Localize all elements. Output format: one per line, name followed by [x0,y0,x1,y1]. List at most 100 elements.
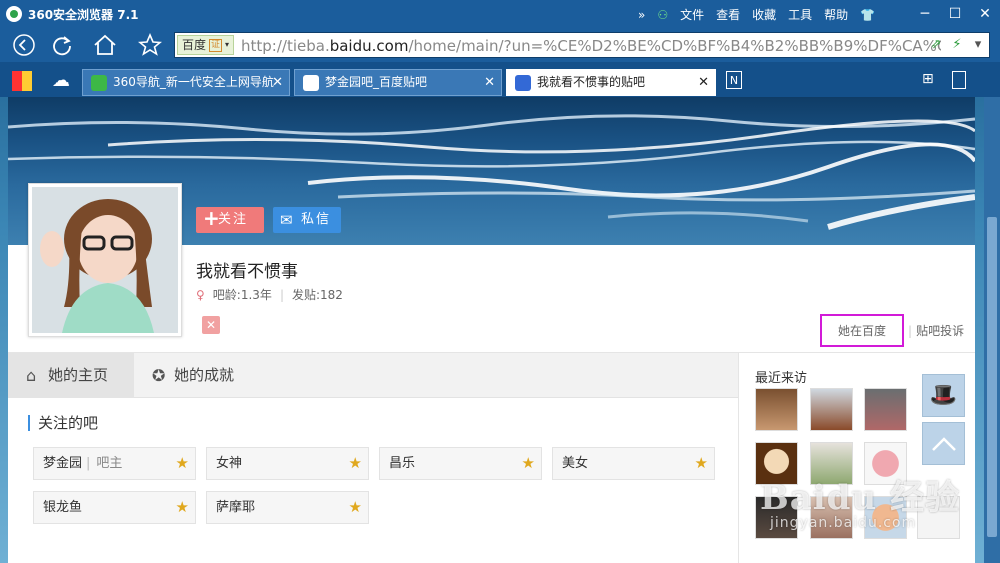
address-bar[interactable]: 百度 证 ▾ http://tieba.baidu.com/home/main/… [174,32,990,58]
menu-item-favorites[interactable]: 收藏 [752,6,776,23]
add-tab-icon[interactable]: ⊞ [922,71,942,91]
avatar[interactable] [28,183,182,337]
tab-her-home[interactable]: ⌂ 她的主页 [8,353,134,398]
tab-favicon-360-icon [91,75,107,91]
sidebar-toggle-icon[interactable] [952,71,966,89]
award-icon: ✪ [152,366,166,385]
follow-button[interactable]: 关注 [196,205,264,233]
bar-item[interactable]: 银龙鱼 ★ [33,491,196,524]
tab-her-achievements[interactable]: ✪ 她的成就 [134,353,274,398]
bar-name: 萨摩耶 [216,500,256,515]
cloud-icon[interactable]: ☁ [52,71,72,91]
bar-item[interactable]: 美女 ★ [552,447,715,480]
bar-name: 女神 [216,456,243,471]
bar-item[interactable]: 女神 ★ [206,447,369,480]
maximize-icon[interactable]: ☐ [940,0,970,28]
bar-item[interactable]: 梦金园吧主 ★ [33,447,196,480]
bar-item[interactable]: 萨摩耶 ★ [206,491,369,524]
visitor-avatar[interactable] [864,388,907,431]
bar-name: 昌乐 [389,456,416,471]
apps-icon[interactable] [12,71,32,91]
speed-mode-icon[interactable]: ⚡ [948,36,966,54]
browser-logo-icon [6,6,22,22]
tab-label: 她的主页 [48,366,109,384]
back-to-top-icon[interactable] [922,422,965,465]
her-baidu-link[interactable]: 她在百度 [820,314,905,347]
bar-age: 吧龄:1.3年 [212,288,272,302]
tab-favicon-baidu-icon [515,75,531,91]
minimize-icon[interactable]: ─ [910,0,940,28]
message-button[interactable]: 私信 [273,207,341,233]
browser-menu: » ⚇ 文件 查看 收藏 工具 帮助 👕 [638,6,875,23]
scrollbar-thumb[interactable] [987,217,997,537]
bar-level-star-icon: ★ [521,454,535,472]
url-text[interactable]: http://tieba.baidu.com/home/main/?un=%CE… [241,37,941,55]
watermark-main: Baidu 经验 [760,478,961,518]
menu-item-view[interactable]: 查看 [716,6,740,23]
tab-360-nav[interactable]: 360导航_新一代安全上网导航 ✕ [82,69,290,96]
bar-level-star-icon: ★ [348,498,362,516]
female-icon: ♀ [196,287,205,302]
tab-active-profile[interactable]: 我就看不惯事的贴吧 ✕ [506,69,716,96]
share-icon[interactable]: ⇗ [927,36,945,54]
magic-hat-icon[interactable]: 🎩 [922,374,965,417]
window-controls: ─ ☐ ✕ [910,0,1000,28]
bar-role: 吧主 [86,456,122,471]
tab-label: 梦金园吧_百度贴吧 [325,75,428,89]
close-tab-icon[interactable]: ✕ [272,70,283,95]
address-bar-actions: ⇗ ⚡ ▾ [927,36,987,54]
user-icon[interactable]: ⚇ [657,8,668,22]
skin-arrows-icon[interactable]: » [638,8,645,22]
watermark: Baidu 经验 jingyan.baidu.com [760,470,960,531]
page-scrollbar[interactable] [984,97,1000,563]
app-title: 360安全浏览器 7.1 [28,8,139,22]
close-window-icon[interactable]: ✕ [970,0,1000,28]
menu-item-help[interactable]: 帮助 [824,6,848,23]
close-tab-icon[interactable]: ✕ [484,70,495,95]
favorite-star-icon[interactable] [136,31,164,59]
recent-visitors-title: 最近来访 [755,371,808,386]
tab-label: 她的成就 [174,366,235,384]
bar-name: 梦金园 [43,456,83,471]
bar-item[interactable]: 昌乐 ★ [379,447,542,480]
bar-level-star-icon: ★ [175,454,189,472]
menu-item-file[interactable]: 文件 [680,6,704,23]
address-dropdown-icon[interactable]: ▾ [969,36,987,54]
tab-bar: ☁ 360导航_新一代安全上网导航 ✕ 梦金园吧_百度贴吧 ✕ 我就看不惯事的贴… [0,62,1000,97]
bar-level-star-icon: ★ [175,498,189,516]
bar-name: 美女 [562,456,589,471]
browser-titlebar: 360安全浏览器 7.1 » ⚇ 文件 查看 收藏 工具 帮助 👕 ─ ☐ ✕ [0,0,1000,28]
refresh-icon[interactable] [48,31,76,59]
dropdown-arrow-icon: ▾ [225,40,230,49]
skin-shirt-icon[interactable]: 👕 [860,8,875,22]
tab-mengjinyuan[interactable]: 梦金园吧_百度贴吧 ✕ [294,69,502,96]
divider: | [908,323,913,338]
tab-label: 360导航_新一代安全上网导航 [113,75,274,89]
report-link[interactable]: 贴吧投诉 [916,322,964,339]
tab-label: 我就看不惯事的贴吧 [537,75,646,89]
divider: | [279,287,284,302]
visitor-avatar[interactable] [810,388,853,431]
home-icon[interactable] [91,31,119,59]
profile-links: 她在百度 | 贴吧投诉 [820,314,964,347]
close-tab-icon[interactable]: ✕ [698,70,709,95]
tab-favicon-baidu-icon [303,75,319,91]
search-engine-selector[interactable]: 百度 证 ▾ [177,35,235,55]
search-engine-label: 百度 [182,38,207,52]
visitor-avatar[interactable] [755,388,798,431]
cert-badge: 证 [209,38,223,52]
bar-level-star-icon: ★ [348,454,362,472]
followed-bars-title: 关注的吧 [28,415,98,431]
navigation-bar: 百度 证 ▾ http://tieba.baidu.com/home/main/… [0,28,1000,62]
home-icon: ⌂ [26,366,37,385]
achievement-badge-icon[interactable]: ✕ [202,316,220,334]
back-icon[interactable] [10,31,38,59]
user-meta: ♀ 吧龄:1.3年 | 发贴:182 [196,286,343,303]
avatar-photo [32,187,178,333]
bar-level-star-icon: ★ [694,454,708,472]
profile-tabs: ⌂ 她的主页 ✪ 她的成就 [8,353,738,398]
menu-item-tools[interactable]: 工具 [788,6,812,23]
post-count: 发贴:182 [291,288,343,302]
bar-name: 银龙鱼 [43,500,83,515]
new-tab-icon[interactable]: N [726,71,742,89]
